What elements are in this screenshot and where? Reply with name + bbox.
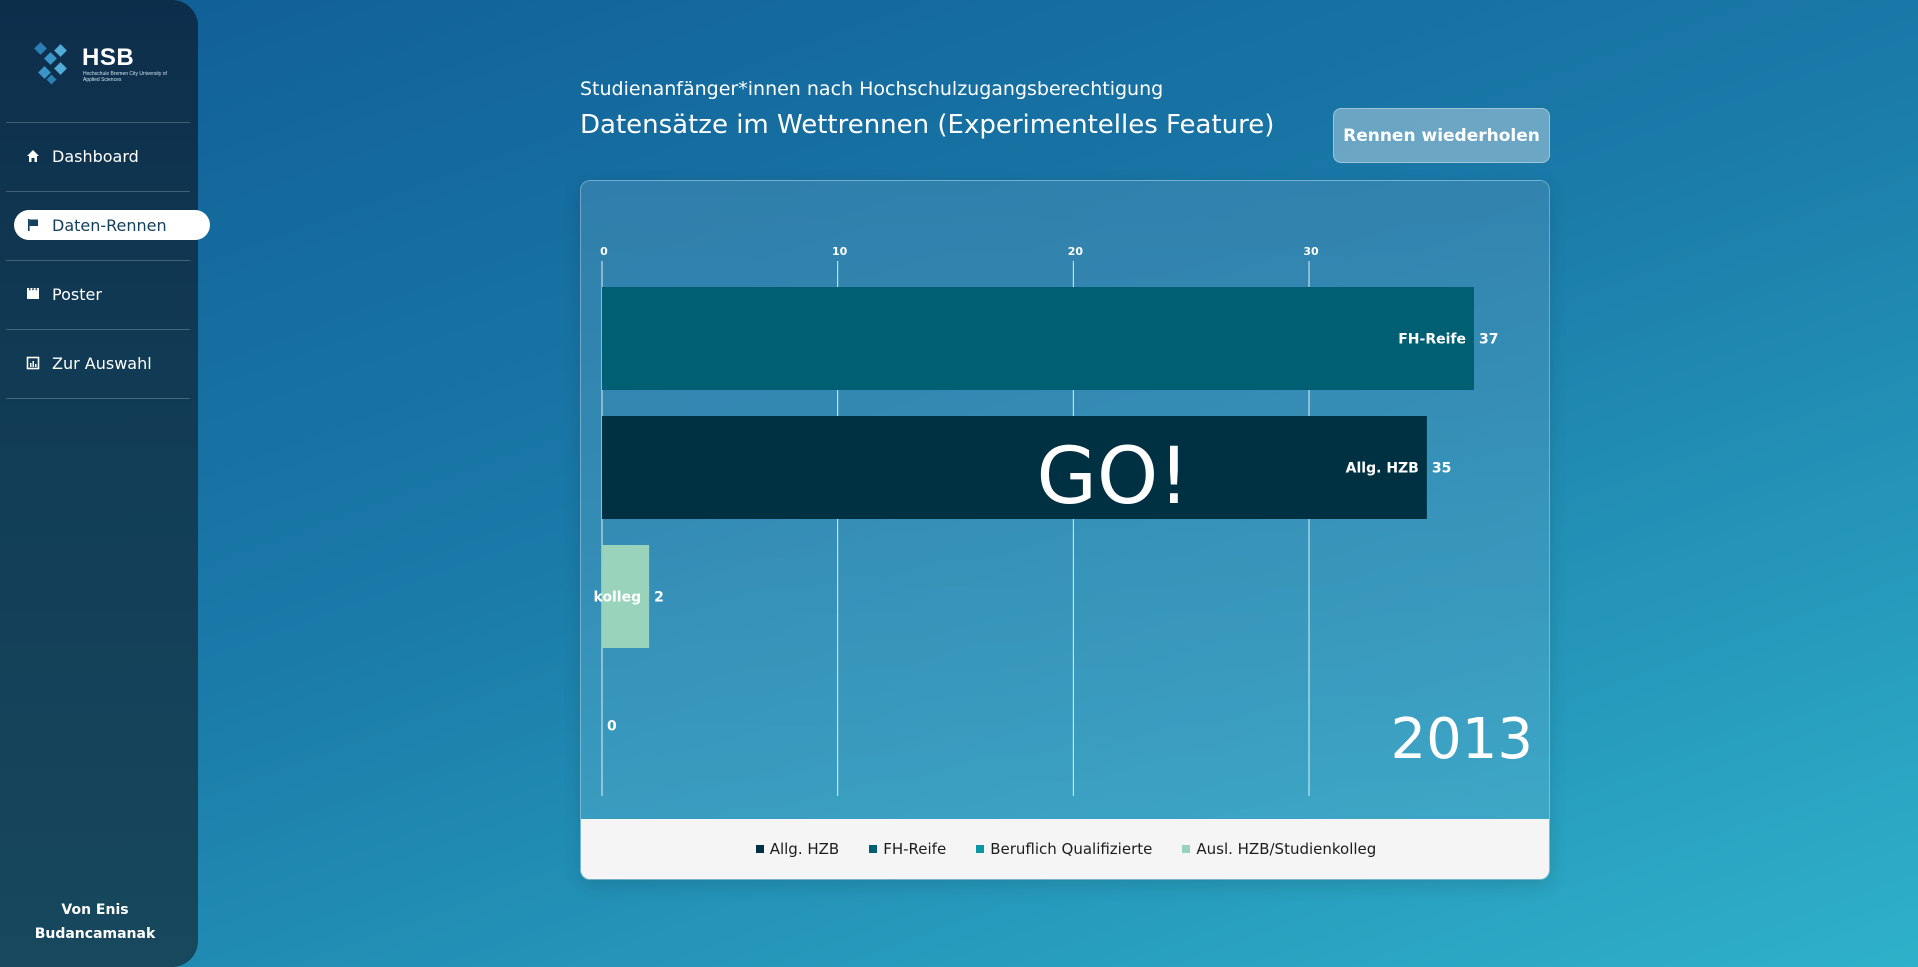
bar-value-label: 0 <box>607 719 617 735</box>
page-title: Datensätze im Wettrennen (Experimentelle… <box>580 110 1275 140</box>
nav-divider <box>6 398 190 399</box>
sidebar-item-daten-rennen[interactable]: Daten-Rennen <box>14 210 210 240</box>
legend-swatch <box>976 845 985 853</box>
bar-label: kolleg <box>593 590 641 606</box>
nav-divider <box>6 260 190 261</box>
x-tick-label: 10 <box>832 245 848 258</box>
x-tick-label: 30 <box>1303 245 1319 258</box>
sidebar-item-label: Zur Auswahl <box>52 353 152 373</box>
go-overlay-text: GO! <box>1036 432 1189 522</box>
logo-text: HSB <box>82 44 135 71</box>
sidebar-item-dashboard[interactable]: Dashboard <box>14 141 210 171</box>
author-line: Budancamanak <box>34 926 156 942</box>
nav-divider <box>6 191 190 192</box>
chart-legend: Allg. HZB FH-Reife Beruflich Qualifizierte… <box>581 819 1549 879</box>
x-tick-label: 0 <box>600 245 608 258</box>
legend-item: Ausl. HZB/Studienkolleg <box>1182 840 1376 858</box>
legend-item: Beruflich Qualifizierte <box>976 840 1152 858</box>
chart-icon <box>26 356 40 370</box>
author-line: Von Enis <box>61 902 129 918</box>
sidebar-item-zur-auswahl[interactable]: Zur Auswahl <box>14 348 210 378</box>
bar-value-label: 35 <box>1432 461 1451 477</box>
legend-label: Allg. HZB <box>769 840 840 858</box>
nav-divider <box>6 329 190 330</box>
author-credit: Von Enis Budancamanak <box>0 898 190 946</box>
bar-race-chart: 0 10 20 30 FH-Reife 37 Allg. HZB 35 kolleg 2 0 GO! 2… <box>580 180 1550 880</box>
legend-label: Ausl. HZB/Studienkolleg <box>1196 840 1377 858</box>
sidebar-item-label: Dashboard <box>52 146 139 166</box>
bar-value-label: 2 <box>654 590 664 606</box>
bar <box>602 416 1427 519</box>
home-icon <box>26 149 40 163</box>
sidebar-item-label: Daten-Rennen <box>52 215 167 235</box>
hsb-logo-mark-icon <box>34 42 67 85</box>
sidebar: HSB Hochschule Bremen City University of… <box>0 0 210 967</box>
legend-swatch <box>1182 845 1191 853</box>
legend-label: Beruflich Qualifizierte <box>990 840 1153 858</box>
chart-plot: 0 10 20 30FH-Reife 37Allg. HZB 35kolleg 20GO!2… <box>593 245 1533 796</box>
bar-label: Allg. HZB <box>1346 461 1419 477</box>
legend-label: FH-Reife <box>883 840 947 858</box>
logo-subtitle: Hochschule Bremen City University of App… <box>83 71 167 83</box>
legend-item: Allg. HZB <box>755 840 840 858</box>
nav-divider <box>6 122 190 123</box>
sidebar-item-label: Poster <box>52 284 102 304</box>
flag-icon <box>26 218 40 232</box>
film-icon <box>26 287 40 301</box>
bar <box>602 287 1474 390</box>
legend-swatch <box>869 845 878 853</box>
sidebar-item-poster[interactable]: Poster <box>14 279 210 309</box>
bar-label: FH-Reife <box>1398 332 1466 348</box>
x-tick-label: 20 <box>1068 245 1084 258</box>
bar-value-label: 37 <box>1479 332 1498 348</box>
legend-swatch <box>755 845 764 853</box>
legend-item: FH-Reife <box>869 840 946 858</box>
year-label: 2013 <box>1390 707 1533 772</box>
hsb-logo[interactable]: HSB Hochschule Bremen City University of… <box>32 40 172 90</box>
page-subtitle: Studienanfänger*innen nach Hochschulzuga… <box>580 78 1164 100</box>
replay-race-button[interactable]: Rennen wiederholen <box>1333 108 1550 163</box>
